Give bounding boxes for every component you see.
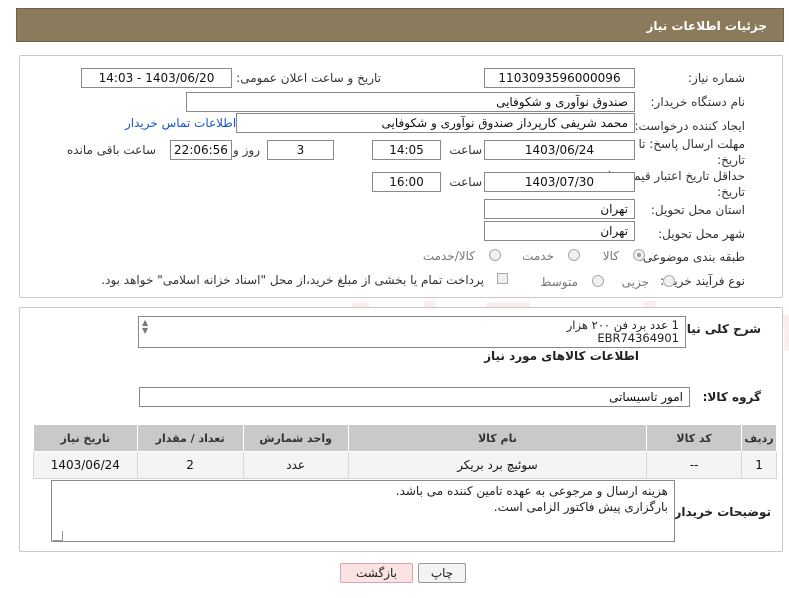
- creator-label: ایجاد کننده درخواست:: [634, 119, 745, 133]
- purchase-option-minor: جزیی: [621, 275, 649, 289]
- reply-deadline-label: مهلت ارسال پاسخ: تا تاریخ:: [638, 136, 745, 168]
- purchase-radio-medium[interactable]: [592, 275, 604, 287]
- category-option-service: خدمت: [522, 249, 554, 263]
- category-radio-both[interactable]: [489, 249, 501, 261]
- announce-date-field: 1403/06/20 - 14:03: [81, 68, 232, 88]
- category-option-goods: کالا: [602, 249, 619, 263]
- cell-row: 1: [741, 451, 777, 479]
- category-radio-service[interactable]: [568, 249, 580, 261]
- buyer-notes-field: هزینه ارسال و مرجوعی به عهده تامین کننده…: [51, 480, 675, 542]
- reply-time-label: ساعت: [449, 143, 482, 157]
- reply-deadline-label-line1: مهلت ارسال پاسخ: تا: [638, 137, 745, 151]
- city-field: تهران: [484, 221, 635, 241]
- buyer-notes-label: توضیحات خریدار:: [669, 505, 771, 519]
- goods-table: ردیف کد کالا نام کالا واحد شمارش تعداد /…: [33, 424, 777, 479]
- creator-field: محمد شریفی کارپرداز صندوق نوآوری و شکوفا…: [236, 113, 635, 133]
- col-code: کد کالا: [646, 424, 743, 452]
- remaining-time-label: ساعت باقی مانده: [66, 143, 156, 157]
- reply-time-field: 14:05: [372, 140, 441, 160]
- treasury-payment-checkbox[interactable]: [497, 273, 508, 284]
- price-time-field: 16:00: [372, 172, 441, 192]
- province-label: استان محل تحویل:: [650, 203, 745, 217]
- col-row: ردیف: [741, 424, 777, 452]
- category-label: طبقه بندی موضوعی:: [638, 250, 745, 264]
- need-number-label: شماره نیاز:: [688, 71, 745, 85]
- page-title: جزئیات اطلاعات نیاز: [646, 19, 767, 33]
- city-label: شهر محل تحویل:: [658, 227, 745, 241]
- goods-table-wrapper: ردیف کد کالا نام کالا واحد شمارش تعداد /…: [33, 424, 777, 479]
- back-button[interactable]: بازگشت: [340, 563, 413, 583]
- goods-group-label: گروه کالا:: [702, 390, 761, 404]
- cell-qty: 2: [136, 451, 244, 479]
- need-number-field: 1103093596000096: [484, 68, 635, 88]
- remaining-time-field: 22:06:56: [170, 140, 232, 160]
- description-field: 1 عدد برد فن ۲۰۰ هزار EBR74364901: [138, 316, 686, 348]
- table-row: 1 -- سوئیچ برد بریکر عدد 2 1403/06/24: [33, 451, 777, 479]
- reply-date-field: 1403/06/24: [484, 140, 635, 160]
- province-field: تهران: [484, 199, 635, 219]
- col-name: نام کالا: [347, 424, 648, 452]
- purchase-option-medium: متوسط: [540, 275, 578, 289]
- buyer-contact-link[interactable]: اطلاعات تماس خریدار: [125, 116, 236, 130]
- buyer-org-field: صندوق نوآوری و شکوفایی: [186, 92, 635, 112]
- page-header: جزئیات اطلاعات نیاز: [16, 8, 784, 42]
- col-qty: تعداد / مقدار: [136, 424, 244, 452]
- price-time-label: ساعت: [449, 175, 482, 189]
- price-date-field: 1403/07/30: [484, 172, 635, 192]
- days-field: 3: [267, 140, 334, 160]
- goods-table-header: ردیف کد کالا نام کالا واحد شمارش تعداد /…: [33, 424, 777, 452]
- category-radio-goods[interactable]: [633, 249, 645, 261]
- goods-group-field: امور تاسیساتی: [139, 387, 690, 407]
- description-label: شرح کلی نیاز:: [675, 322, 761, 336]
- purchase-radio-minor[interactable]: [663, 275, 675, 287]
- resize-handle-icon[interactable]: [53, 531, 63, 541]
- cell-name: سوئیچ برد بریکر: [347, 451, 648, 479]
- print-button[interactable]: چاپ: [418, 563, 466, 583]
- treasury-payment-note: پرداخت تمام یا بخشی از مبلغ خرید،از محل …: [101, 273, 484, 287]
- reply-deadline-label-line2: تاریخ:: [717, 153, 745, 167]
- days-label: روز و: [233, 143, 260, 157]
- col-unit: واحد شمارش: [242, 424, 349, 452]
- category-option-both: کالا/خدمت: [422, 249, 475, 263]
- cell-date: 1403/06/24: [33, 451, 138, 479]
- cell-code: --: [646, 451, 743, 479]
- cell-unit: عدد: [242, 451, 349, 479]
- announce-date-label: تاریخ و ساعت اعلان عمومی:: [236, 71, 381, 85]
- buyer-org-label: نام دستگاه خریدار:: [650, 95, 746, 109]
- description-scroll-down-icon[interactable]: ▼: [142, 327, 148, 335]
- col-date: تاریخ نیاز: [33, 424, 138, 452]
- goods-section-title: اطلاعات کالاهای مورد نیاز: [484, 349, 639, 363]
